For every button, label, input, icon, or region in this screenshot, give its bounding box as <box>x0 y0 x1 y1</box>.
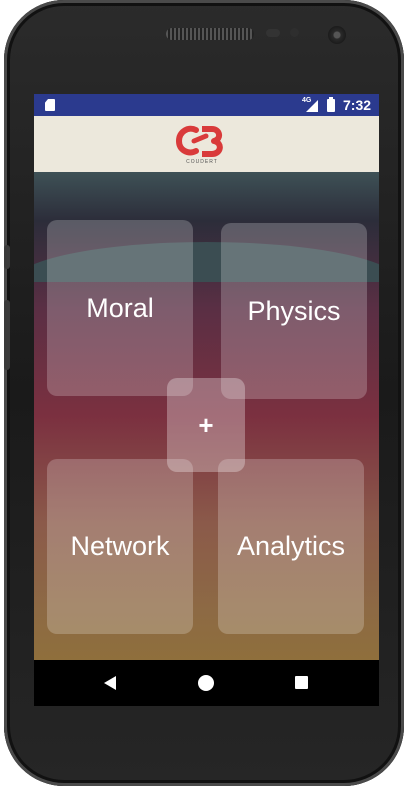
sd-card-icon <box>45 99 55 111</box>
battery-icon <box>327 97 335 112</box>
physics-tile[interactable]: Physics <box>221 223 367 399</box>
main-content: Moral Physics Network Analytics + <box>34 172 379 660</box>
light-sensor <box>290 28 299 37</box>
earpiece-speaker <box>166 28 254 40</box>
add-button[interactable]: + <box>167 378 245 472</box>
logo-text: COUDERT <box>186 159 218 165</box>
status-bar: 4G 7:32 <box>34 94 379 116</box>
power-button <box>4 245 10 269</box>
physics-label: Physics <box>247 295 341 326</box>
status-time: 7:32 <box>343 97 372 113</box>
moral-label: Moral <box>86 292 154 323</box>
analytics-tile[interactable]: Analytics <box>218 459 364 634</box>
recents-icon[interactable] <box>295 676 308 689</box>
front-camera <box>328 26 346 44</box>
back-icon[interactable] <box>104 676 116 690</box>
analytics-label: Analytics <box>236 531 346 561</box>
navigation-bar <box>34 660 379 706</box>
moral-tile[interactable]: Moral <box>47 220 193 396</box>
network-tile[interactable]: Network <box>47 459 193 634</box>
screen: 4G 7:32 COUDERT Moral Physics Network An… <box>34 94 379 706</box>
network-label: Network <box>70 531 170 561</box>
plus-icon: + <box>198 409 214 440</box>
proximity-sensor <box>266 29 280 37</box>
volume-button <box>4 300 10 370</box>
cb-logo-icon <box>176 125 223 157</box>
home-icon[interactable] <box>198 675 214 691</box>
network-type: 4G <box>302 97 312 104</box>
